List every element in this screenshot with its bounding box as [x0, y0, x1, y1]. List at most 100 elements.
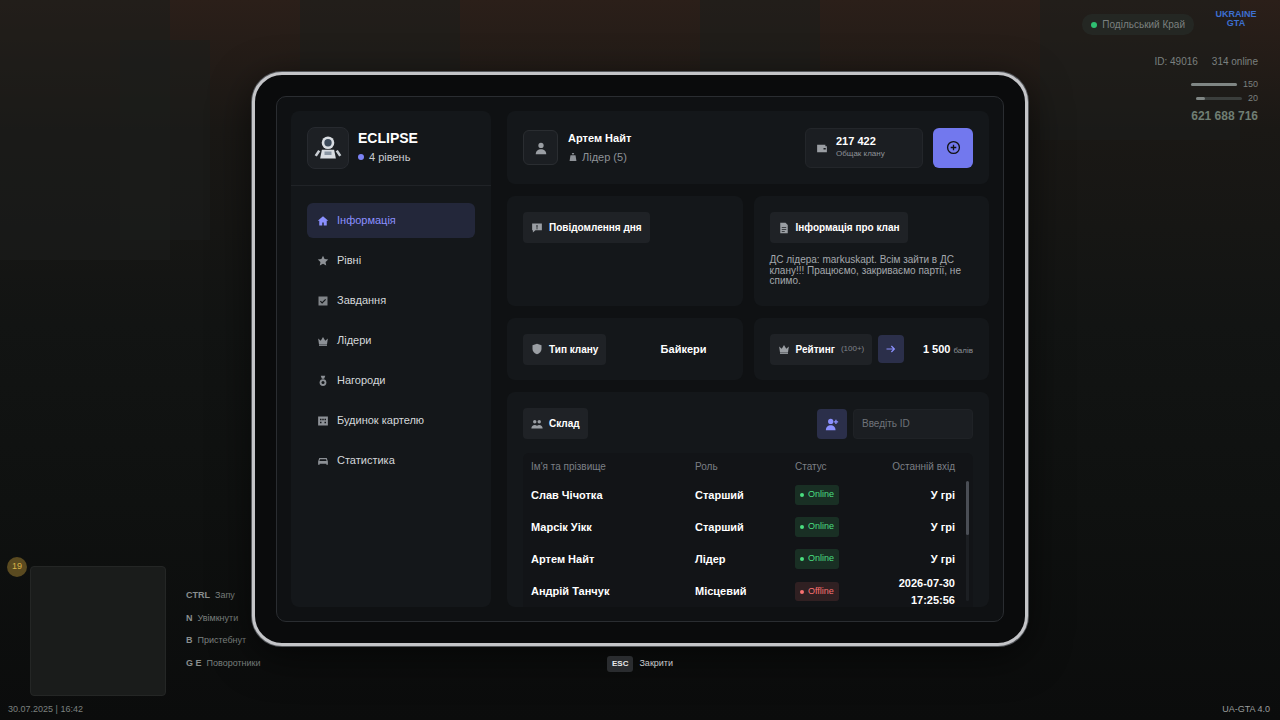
scrollbar-thumb[interactable]	[966, 481, 969, 535]
key-label: Пристебнут	[198, 634, 247, 648]
roster-title: Склад	[549, 416, 580, 431]
member-name-cell: Марсік Уікк	[531, 519, 695, 536]
stat-fill	[1191, 83, 1237, 86]
status-badge: Offline	[795, 582, 839, 602]
scrollbar-track	[966, 481, 969, 601]
date-time: 30.07.2025 | 16:42	[8, 703, 83, 717]
last-seen-cell: 2026-07-30 17:25:56	[879, 575, 955, 607]
sidebar-item[interactable]: Завдання	[307, 283, 475, 318]
rating-open-button[interactable]	[878, 335, 904, 363]
minimap	[30, 566, 166, 696]
sidebar-item[interactable]: Рівні	[307, 243, 475, 278]
close-hint: ESCЗакрити	[607, 656, 673, 672]
clan-info-text: ДС лідера: markuskapt. Всім зайти в ДС к…	[770, 255, 974, 287]
member-name-cell: Артем Найт	[531, 551, 695, 568]
member-rank: Лідер (5)	[568, 149, 631, 166]
player-info: ID: 49016314 online	[1154, 54, 1258, 69]
keybind-row: N Увімкнути	[186, 612, 261, 626]
sidebar-item[interactable]: Нагороди	[307, 363, 475, 398]
clan-level-text: 4 рівень	[369, 149, 410, 166]
sidebar-item[interactable]: Лідери	[307, 323, 475, 358]
sidebar: ECLIPSE4 рівень Інформація Рівні Завдання Лі…	[291, 111, 491, 607]
member-bar: Артем НайтЛідер (5)217 422Общак клану	[507, 111, 989, 184]
crown-icon	[317, 335, 329, 347]
clan-type-label: Тип клану	[549, 342, 598, 357]
member-name-cell: Андрій Танчук	[531, 583, 695, 600]
column-header: Роль	[695, 459, 795, 474]
sidebar-item-label: Інформація	[337, 212, 396, 229]
hud-stat: 150	[1191, 78, 1258, 92]
plus-circle-icon	[946, 140, 961, 155]
motd-panel: Повідомлення дня	[507, 196, 743, 306]
treasury-amount: 217 422	[836, 135, 885, 148]
roster-table: Ім'я та прізвищеРольСтатусОстанній вхідС…	[523, 453, 973, 607]
id-input[interactable]	[853, 409, 973, 439]
table-row[interactable]: Андрій ТанчукМісцевийOffline2026-07-30 1…	[523, 575, 963, 607]
roster-chip: Склад	[523, 408, 588, 439]
stats-row: Тип клануБайкериРейтинг(100+)1 500балів	[507, 318, 989, 380]
deposit-button[interactable]	[933, 128, 973, 168]
wallet-icon	[816, 142, 828, 154]
keybind-row: CTRLЗапу	[186, 589, 261, 603]
table-row[interactable]: Марсік УіккСтаршийOnlineУ грі	[523, 511, 963, 543]
key-cap: N	[186, 612, 193, 626]
member-avatar	[523, 130, 558, 165]
status-text: Online	[808, 520, 834, 534]
money-amount: 621 688 716	[1191, 107, 1258, 125]
table-row[interactable]: Артем НайтЛідерOnline У грі	[523, 543, 963, 575]
status-cell: Online	[795, 517, 879, 537]
building-shape	[120, 40, 210, 240]
version-label: UA-GTA 4.0	[1222, 703, 1270, 717]
table-header: Ім'я та прізвищеРольСтатусОстанній вхід	[523, 453, 963, 479]
motd-title: Повідомлення дня	[549, 220, 642, 235]
clan-type-panel: Тип клану Байкери	[507, 318, 743, 380]
location-label: Подільський Край	[1082, 14, 1194, 35]
esc-key: ESC	[607, 656, 633, 672]
role-cell: Старший	[695, 519, 795, 536]
status-badge: Online	[795, 549, 839, 569]
sidebar-item-label: Рівні	[337, 252, 361, 269]
clan-type-chip: Тип клану	[523, 334, 606, 365]
role-cell: Лідер	[695, 551, 795, 568]
key-label: Увімкнути	[198, 612, 239, 626]
column-header: Статус	[795, 459, 879, 474]
user-icon	[534, 141, 548, 155]
star-icon	[317, 255, 329, 267]
member-name: Артем Найт	[568, 130, 631, 147]
clan-header: ECLIPSE4 рівень	[291, 111, 491, 186]
info-row: Повідомлення дняІнформація про кланДС лі…	[507, 196, 989, 306]
member-info: Артем Найт Лідер (5)	[568, 130, 631, 166]
rating-chip: Рейтинг(100+)	[770, 334, 873, 365]
game-scene: Подільський КрайUKRAINE GTAID: 49016314 …	[0, 0, 1280, 720]
role-cell: Старший	[695, 487, 795, 504]
astronaut-icon	[314, 134, 342, 162]
sidebar-menu: Інформація Рівні Завдання Лідери Нагороди Буд…	[291, 186, 491, 495]
level-badge: 19	[7, 557, 27, 577]
stat-track	[1196, 97, 1242, 100]
medal-icon	[317, 375, 329, 387]
roster-header: Склад	[523, 408, 973, 439]
clan-type-value: Байкери	[661, 341, 707, 358]
sidebar-item[interactable]: Інформація	[307, 203, 475, 238]
location-dot	[1091, 22, 1097, 28]
sidebar-item[interactable]: Будинок картелю	[307, 403, 475, 438]
status-dot	[800, 590, 804, 594]
car-icon	[317, 455, 329, 467]
stat-fill	[1196, 97, 1205, 100]
key-cap: B	[186, 634, 193, 648]
sidebar-item[interactable]: Статистика	[307, 443, 475, 478]
last-seen-cell: У грі	[879, 551, 955, 568]
add-member-button[interactable]	[817, 409, 847, 439]
rating-unit: балів	[953, 346, 973, 355]
status-text: Online	[808, 488, 834, 502]
stat-track	[1191, 83, 1237, 86]
table-row[interactable]: Слав ЧічоткаСтаршийOnlineУ грі	[523, 479, 963, 511]
online-count: 314 online	[1212, 54, 1258, 69]
document-icon	[778, 222, 790, 234]
clan-title: ECLIPSE4 рівень	[358, 130, 418, 165]
sidebar-item-label: Будинок картелю	[337, 412, 424, 429]
column-header: Останній вхід	[879, 459, 955, 474]
stat-value: 20	[1248, 92, 1258, 106]
column-header: Ім'я та прізвище	[531, 459, 695, 474]
main-content: Артем НайтЛідер (5)217 422Общак клануПов…	[507, 111, 989, 607]
